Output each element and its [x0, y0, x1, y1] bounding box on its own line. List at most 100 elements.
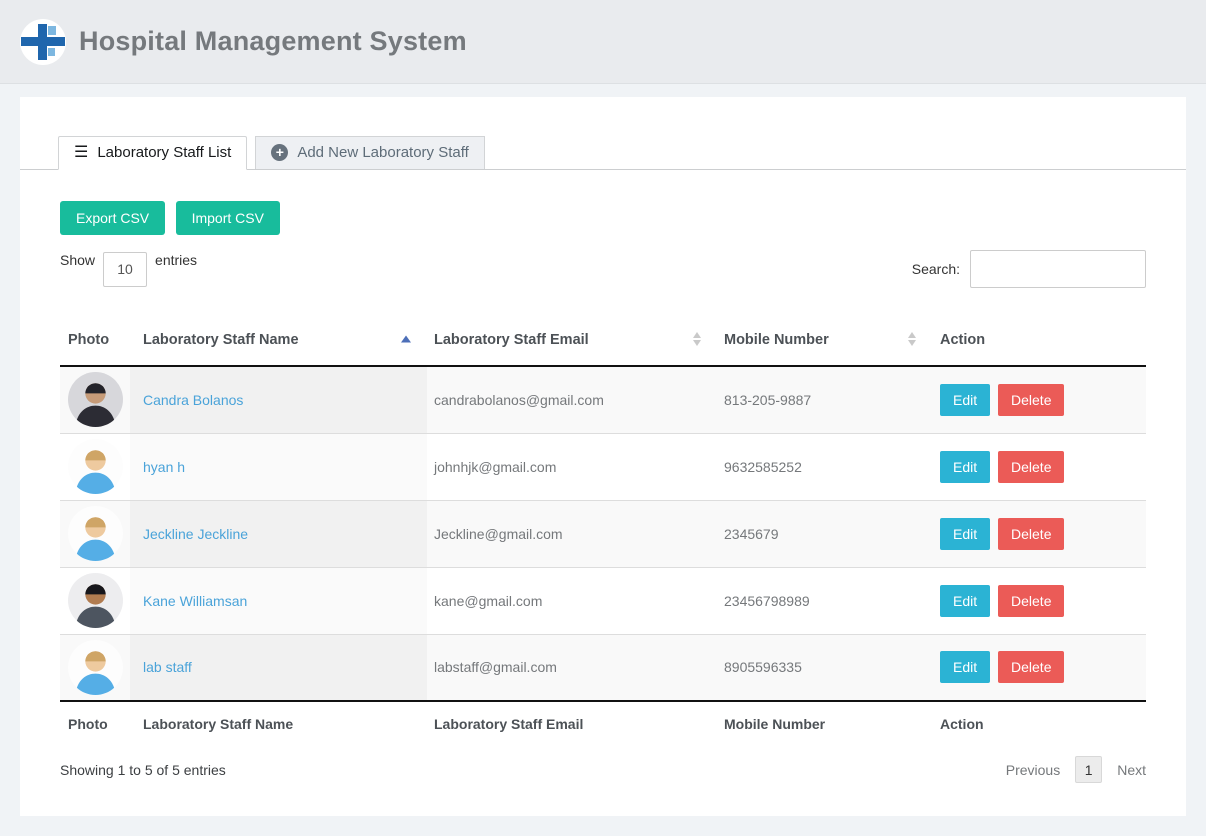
- tab-add-new-laboratory-staff[interactable]: + Add New Laboratory Staff: [255, 136, 485, 169]
- tab-bar: ☰ Laboratory Staff List + Add New Labora…: [20, 97, 1186, 170]
- action-cell: Edit Delete: [932, 500, 1146, 567]
- column-header-staff-name[interactable]: Laboratory Staff Name: [130, 312, 427, 366]
- staff-mobile: 23456798989: [724, 593, 810, 609]
- staff-email: candrabolanos@gmail.com: [434, 392, 604, 408]
- staff-name-link[interactable]: lab staff: [143, 659, 192, 675]
- staff-avatar: [68, 372, 123, 427]
- staff-name-link[interactable]: hyan h: [143, 459, 185, 475]
- import-csv-button[interactable]: Import CSV: [176, 201, 280, 235]
- column-header-mobile[interactable]: Mobile Number: [717, 312, 932, 366]
- name-cell: lab staff: [130, 634, 427, 701]
- search-input[interactable]: [970, 250, 1146, 288]
- edit-button[interactable]: Edit: [940, 651, 990, 683]
- photo-cell: [60, 500, 130, 567]
- delete-button[interactable]: Delete: [998, 451, 1064, 483]
- email-cell: johnhjk@gmail.com: [427, 433, 717, 500]
- tab-laboratory-staff-list[interactable]: ☰ Laboratory Staff List: [58, 136, 247, 170]
- delete-button[interactable]: Delete: [998, 384, 1064, 416]
- column-header-label: Laboratory Staff Name: [143, 332, 299, 348]
- staff-email: johnhjk@gmail.com: [434, 459, 556, 475]
- staff-name-link[interactable]: Candra Bolanos: [143, 392, 243, 408]
- staff-table-body: Candra Bolanos candrabolanos@gmail.com 8…: [60, 366, 1146, 701]
- delete-button[interactable]: Delete: [998, 651, 1064, 683]
- entries-label: entries: [155, 252, 197, 268]
- staff-avatar: [68, 573, 123, 628]
- column-header-action: Action: [932, 312, 1146, 366]
- footer-column-staff-email: Laboratory Staff Email: [427, 701, 717, 742]
- tab-label: Add New Laboratory Staff: [297, 144, 469, 161]
- edit-button[interactable]: Edit: [940, 518, 990, 550]
- page-length-control: Show entries: [60, 252, 197, 287]
- staff-mobile: 9632585252: [724, 459, 802, 475]
- name-cell: Jeckline Jeckline: [130, 500, 427, 567]
- staff-email: Jeckline@gmail.com: [434, 526, 563, 542]
- staff-mobile: 8905596335: [724, 659, 802, 675]
- page-length-input[interactable]: [103, 252, 147, 287]
- edit-button[interactable]: Edit: [940, 451, 990, 483]
- staff-table: Photo Laboratory Staff Name Laboratory S…: [60, 312, 1146, 742]
- table-footer-bar: Showing 1 to 5 of 5 entries Previous 1 N…: [20, 742, 1186, 783]
- staff-name-link[interactable]: Jeckline Jeckline: [143, 526, 248, 542]
- staff-avatar: [68, 439, 123, 494]
- edit-button[interactable]: Edit: [940, 585, 990, 617]
- export-csv-button[interactable]: Export CSV: [60, 201, 165, 235]
- search-control: Search:: [912, 250, 1146, 288]
- previous-button[interactable]: Previous: [1006, 762, 1060, 778]
- next-button[interactable]: Next: [1117, 762, 1146, 778]
- table-row: Candra Bolanos candrabolanos@gmail.com 8…: [60, 366, 1146, 433]
- table-row: lab staff labstaff@gmail.com 8905596335 …: [60, 634, 1146, 701]
- content-card: ☰ Laboratory Staff List + Add New Labora…: [20, 97, 1186, 816]
- email-cell: labstaff@gmail.com: [427, 634, 717, 701]
- plus-circle-icon: +: [271, 144, 288, 161]
- action-cell: Edit Delete: [932, 366, 1146, 433]
- staff-mobile: 2345679: [724, 526, 779, 542]
- table-info: Showing 1 to 5 of 5 entries: [60, 762, 226, 778]
- staff-avatar: [68, 506, 123, 561]
- email-cell: Jeckline@gmail.com: [427, 500, 717, 567]
- photo-cell: [60, 366, 130, 433]
- name-cell: Candra Bolanos: [130, 366, 427, 433]
- hospital-logo-icon: [20, 19, 66, 65]
- page: Hospital Management System ☰ Laboratory …: [0, 0, 1206, 836]
- staff-table-wrap: Photo Laboratory Staff Name Laboratory S…: [20, 312, 1186, 742]
- footer-column-mobile: Mobile Number: [717, 701, 932, 742]
- menu-icon: ☰: [74, 145, 88, 161]
- table-row: Kane Williamsan kane@gmail.com 234567989…: [60, 567, 1146, 634]
- search-label: Search:: [912, 261, 960, 277]
- topbar: Hospital Management System: [0, 0, 1206, 84]
- mobile-cell: 813-205-9887: [717, 366, 932, 433]
- column-header-label: Laboratory Staff Email: [434, 332, 589, 348]
- staff-email: labstaff@gmail.com: [434, 659, 557, 675]
- sort-asc-icon: [401, 335, 411, 342]
- sort-both-icon: [693, 332, 701, 346]
- action-cell: Edit Delete: [932, 567, 1146, 634]
- delete-button[interactable]: Delete: [998, 518, 1064, 550]
- action-cell: Edit Delete: [932, 433, 1146, 500]
- mobile-cell: 23456798989: [717, 567, 932, 634]
- column-header-photo: Photo: [60, 312, 130, 366]
- staff-name-link[interactable]: Kane Williamsan: [143, 593, 247, 609]
- edit-button[interactable]: Edit: [940, 384, 990, 416]
- photo-cell: [60, 634, 130, 701]
- table-row: Jeckline Jeckline Jeckline@gmail.com 234…: [60, 500, 1146, 567]
- action-cell: Edit Delete: [932, 634, 1146, 701]
- table-header-row: Photo Laboratory Staff Name Laboratory S…: [60, 312, 1146, 366]
- mobile-cell: 9632585252: [717, 433, 932, 500]
- tab-label: Laboratory Staff List: [97, 144, 231, 161]
- footer-column-photo: Photo: [60, 701, 130, 742]
- delete-button[interactable]: Delete: [998, 585, 1064, 617]
- staff-email: kane@gmail.com: [434, 593, 542, 609]
- pagination: Previous 1 Next: [1006, 756, 1146, 783]
- staff-mobile: 813-205-9887: [724, 392, 811, 408]
- email-cell: candrabolanos@gmail.com: [427, 366, 717, 433]
- table-row: hyan h johnhjk@gmail.com 9632585252 Edit…: [60, 433, 1146, 500]
- page-number-button[interactable]: 1: [1075, 756, 1102, 783]
- mobile-cell: 2345679: [717, 500, 932, 567]
- column-header-staff-email[interactable]: Laboratory Staff Email: [427, 312, 717, 366]
- photo-cell: [60, 433, 130, 500]
- footer-column-staff-name: Laboratory Staff Name: [130, 701, 427, 742]
- email-cell: kane@gmail.com: [427, 567, 717, 634]
- csv-toolbar: Export CSV Import CSV: [20, 170, 1186, 235]
- name-cell: hyan h: [130, 433, 427, 500]
- sort-both-icon: [908, 332, 916, 346]
